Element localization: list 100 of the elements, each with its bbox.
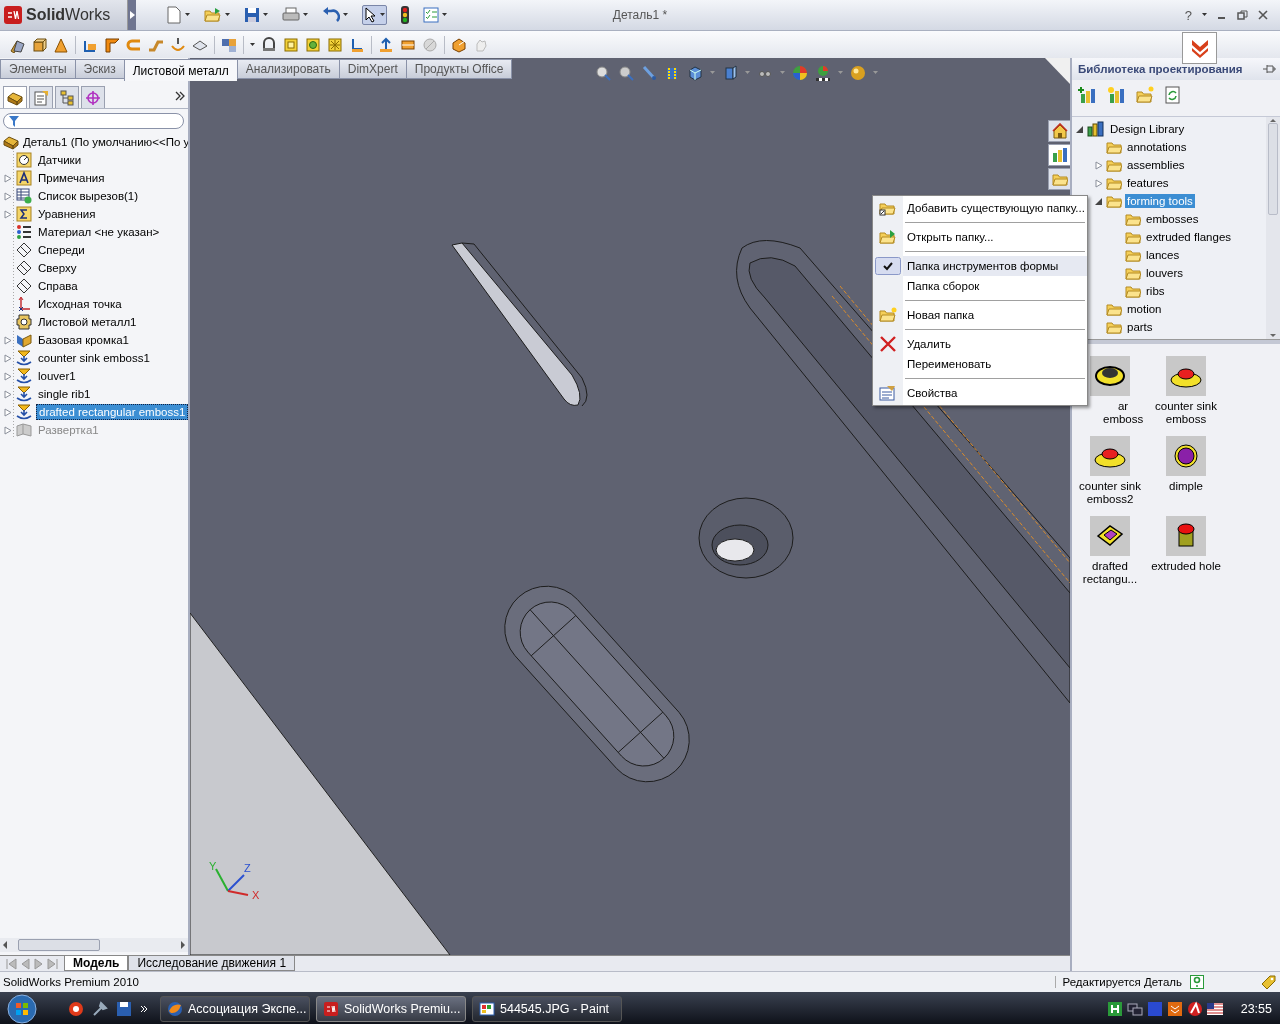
sphere-icon[interactable] (850, 65, 866, 81)
taskbar-button[interactable]: 544545.JPG - Paint (472, 995, 622, 1022)
expand-arrow-icon[interactable] (1095, 160, 1103, 170)
filter-field[interactable] (3, 113, 184, 129)
model-tab[interactable]: Модель (64, 956, 129, 971)
color-ball-icon[interactable] (792, 65, 808, 81)
tray-app-icon[interactable] (1166, 1000, 1183, 1017)
section-icon[interactable] (664, 65, 680, 81)
undo-icon[interactable] (322, 7, 340, 23)
unfold-icon[interactable] (349, 36, 365, 53)
browser-icon[interactable] (68, 1000, 84, 1017)
forming-tool-thumbnail[interactable] (1166, 436, 1206, 476)
menu-item[interactable]: Переименовать (873, 354, 1087, 374)
new-library-icon[interactable] (1107, 86, 1125, 104)
menu-item[interactable]: Свойства (873, 383, 1087, 403)
cube-icon[interactable] (722, 65, 738, 81)
scroll-thumb[interactable] (1268, 123, 1278, 215)
expand-toolbar-button[interactable] (1182, 32, 1217, 64)
dimxpert-tab[interactable] (81, 86, 105, 108)
box-icon[interactable] (31, 36, 47, 53)
fold-icon[interactable] (378, 36, 394, 53)
tree-item[interactable]: louver1 (36, 369, 78, 383)
home-tab[interactable] (1048, 120, 1070, 142)
forming-tool-thumbnail[interactable] (1166, 356, 1206, 396)
design-library-tab[interactable] (1048, 144, 1070, 166)
tree-item[interactable]: motion (1125, 302, 1164, 316)
dropdown-caret-icon[interactable] (263, 13, 268, 17)
collapse-arrow-icon[interactable] (1095, 196, 1103, 206)
restore-icon[interactable] (1237, 10, 1248, 20)
expand-arrow-icon[interactable] (4, 209, 12, 219)
tree-item[interactable]: extruded flanges (1144, 230, 1234, 244)
configuration-tab[interactable] (55, 86, 79, 108)
traffic-light-icon[interactable] (401, 6, 409, 24)
tree-item[interactable]: Design Library (1108, 122, 1187, 136)
scroll-right-icon[interactable] (180, 941, 186, 949)
checklist-icon[interactable] (423, 7, 439, 23)
collapse-arrow-icon[interactable] (1076, 124, 1084, 134)
tree-item[interactable]: lances (1144, 248, 1182, 262)
tree-item[interactable]: single rib1 (36, 387, 93, 401)
flag-icon[interactable] (1206, 1002, 1223, 1015)
taskbar-button[interactable]: SolidWorks Premiu... (316, 995, 466, 1022)
menu-item[interactable]: Новая папка (873, 305, 1087, 325)
dropdown-caret-icon[interactable] (250, 42, 255, 47)
sketched-bend-icon[interactable] (170, 36, 186, 53)
command-tab[interactable]: Продукты Office (405, 59, 513, 79)
forming-tool-thumbnail[interactable] (1090, 436, 1130, 476)
antivirus-icon[interactable] (1186, 1000, 1203, 1017)
dropdown-caret-icon[interactable] (380, 13, 385, 17)
corner-icon[interactable] (451, 36, 467, 53)
feature-manager-tab[interactable] (3, 86, 27, 108)
dropdown-caret-icon[interactable] (1202, 13, 1207, 17)
new-folder-icon[interactable] (1136, 86, 1154, 104)
scroll-thumb[interactable] (18, 939, 100, 951)
command-tab[interactable]: Анализировать (236, 59, 339, 79)
pin-icon[interactable] (1262, 63, 1276, 75)
more-tabs-button[interactable] (175, 91, 185, 101)
tree-item[interactable]: Сверху (36, 261, 79, 275)
double-chevron-icon[interactable] (140, 1004, 148, 1013)
expand-arrow-icon[interactable] (4, 371, 12, 381)
tree-item[interactable]: louvers (1144, 266, 1186, 280)
dropdown-caret-icon[interactable] (303, 13, 308, 17)
tree-item[interactable]: annotations (1125, 140, 1189, 154)
tree-item[interactable]: Справа (36, 279, 80, 293)
cube-icon[interactable] (687, 65, 703, 81)
menu-item[interactable]: Добавить существующую папку... (873, 198, 1087, 218)
dropdown-caret-icon[interactable] (343, 13, 348, 17)
add-library-icon[interactable] (1078, 86, 1096, 104)
tree-item[interactable]: embosses (1144, 212, 1201, 226)
expand-arrow-icon[interactable] (4, 335, 12, 345)
expand-arrow-icon[interactable] (4, 173, 12, 183)
tree-item[interactable]: Спереди (36, 243, 87, 257)
tree-item[interactable]: Исходная точка (36, 297, 124, 311)
menu-item[interactable]: Удалить (873, 334, 1087, 354)
tray-app-icon[interactable] (1106, 1000, 1123, 1017)
forming-tool-thumbnail[interactable] (1090, 516, 1130, 556)
help-button[interactable]: ? (1184, 7, 1192, 23)
dropdown-caret-icon[interactable] (225, 13, 230, 17)
flatten-icon[interactable] (221, 36, 237, 53)
square-frame-icon[interactable] (283, 36, 299, 53)
command-tab[interactable]: DimXpert (338, 59, 406, 79)
pointer-icon[interactable] (364, 7, 378, 23)
save-icon[interactable] (116, 1000, 132, 1017)
expand-arrow-icon[interactable] (1095, 178, 1103, 188)
menu-arrow-icon[interactable] (129, 11, 135, 19)
no-bends-icon[interactable] (261, 36, 277, 53)
forming-tool-thumbnail[interactable] (1166, 516, 1206, 556)
save-icon[interactable] (244, 7, 260, 23)
thumbnail-label[interactable]: drafted rectangu... (1074, 560, 1146, 586)
tree-item[interactable]: Материал <не указан> (36, 225, 162, 239)
vent-icon[interactable] (327, 36, 343, 53)
scene-icon[interactable] (815, 65, 831, 81)
thumbnail-label[interactable]: extruded hole (1150, 560, 1222, 573)
pen-icon[interactable] (641, 65, 657, 81)
tree-item[interactable]: Список вырезов(1) (36, 189, 141, 203)
expand-arrow-icon[interactable] (4, 389, 12, 399)
tree-item[interactable]: Листовой металл1 (36, 315, 139, 329)
help-icon[interactable] (1190, 975, 1204, 989)
tree-item[interactable]: forming tools (1125, 194, 1195, 208)
taskbar-button[interactable]: Ассоциация Экспе... (160, 995, 310, 1022)
tree-item[interactable]: Датчики (36, 153, 84, 167)
